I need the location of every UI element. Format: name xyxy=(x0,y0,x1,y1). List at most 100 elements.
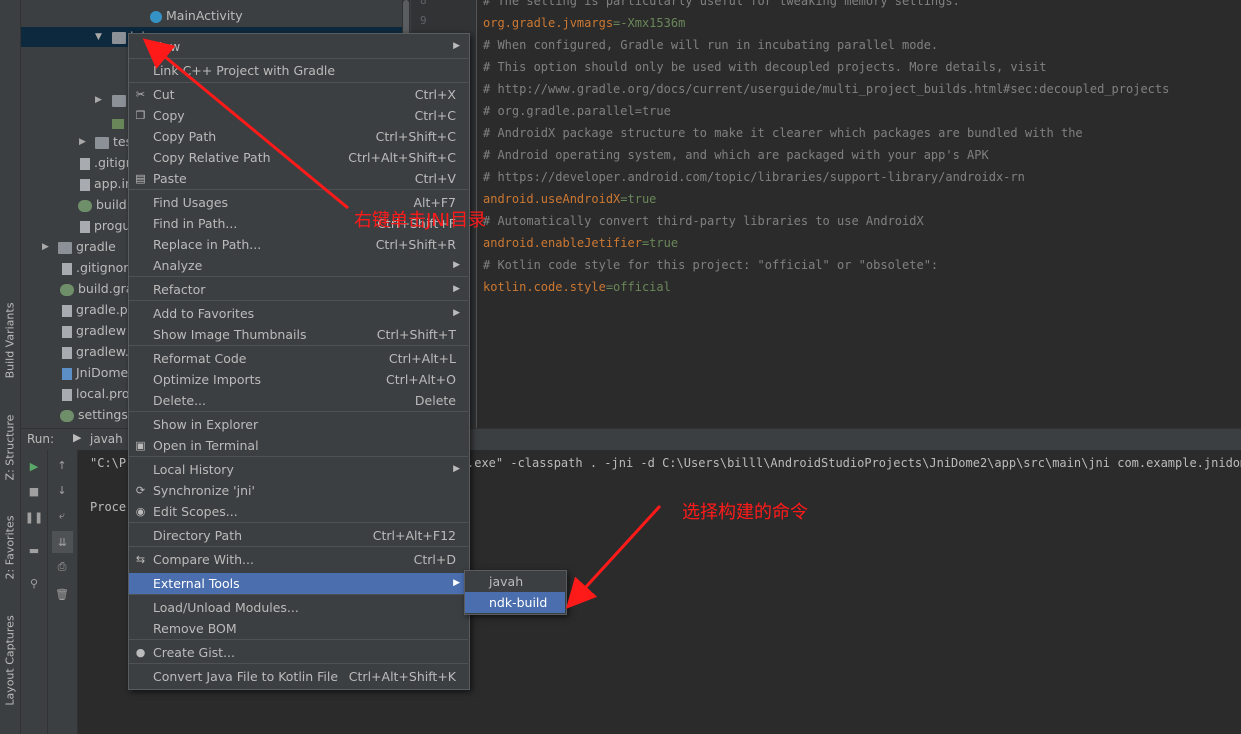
file-icon xyxy=(62,304,72,317)
menu-item-label: Refactor xyxy=(153,282,206,297)
code-token: =official xyxy=(605,280,671,294)
code-line: kotlin.code.style=official xyxy=(483,280,671,294)
menu-item-refactor[interactable]: Refactor ▶ xyxy=(129,279,468,300)
tree-item[interactable]: .gitign xyxy=(80,152,134,173)
layout-captures-tab[interactable]: Layout Captures xyxy=(0,610,20,710)
tree-item[interactable]: local.pro xyxy=(62,383,130,404)
code-line: # When configured, Gradle will run in in… xyxy=(483,38,938,52)
submenu-arrow-icon: ▶ xyxy=(453,260,460,270)
menu-item-replace-in-path[interactable]: Replace in Path... Ctrl+Shift+R xyxy=(129,234,468,255)
submenu-item-ndk-build[interactable]: ndk-build xyxy=(465,592,565,613)
run-config-icon: ▶ xyxy=(73,431,82,444)
menu-separator xyxy=(129,456,468,457)
scroll-to-end-icon[interactable]: ⇊ xyxy=(52,531,73,553)
tree-item[interactable]: gradle xyxy=(58,236,116,257)
menu-item-optimize-imports[interactable]: Optimize Imports Ctrl+Alt+O xyxy=(129,369,468,390)
menu-item-shortcut: Ctrl+Alt+Shift+C xyxy=(348,150,456,165)
menu-item-copy-relative-path[interactable]: Copy Relative Path Ctrl+Alt+Shift+C xyxy=(129,147,468,168)
soft-wrap-icon[interactable]: ⤶ xyxy=(55,509,69,523)
menu-item-open-in-terminal[interactable]: ▣ Open in Terminal xyxy=(129,435,468,456)
github-icon: ● xyxy=(135,646,146,659)
menu-item-compare-with[interactable]: ⇆ Compare With... Ctrl+D xyxy=(129,549,468,570)
menu-item-shortcut: Ctrl+V xyxy=(414,171,456,186)
code-token: org.gradle.jvmargs xyxy=(483,16,614,30)
menu-item-edit-scopes[interactable]: ◉ Edit Scopes... xyxy=(129,501,468,522)
run-toolbar-left: ▶ ■ ❚❚ ▬ ⚲ xyxy=(21,450,48,734)
console-line: "C:\P xyxy=(90,456,127,470)
menu-item-external-tools[interactable]: External Tools ▶ xyxy=(129,573,468,594)
menu-item-reformat-code[interactable]: Reformat Code Ctrl+Alt+L xyxy=(129,348,468,369)
favorites-tab[interactable]: 2: Favorites xyxy=(0,510,20,585)
tree-item[interactable]: build. xyxy=(78,194,131,215)
code-token: # org.gradle.parallel=true xyxy=(483,104,671,118)
tree-item[interactable]: .gitignore xyxy=(62,257,136,278)
menu-item-synchronize-jni[interactable]: ⟳ Synchronize 'jni' xyxy=(129,480,468,501)
layout-icon[interactable]: ▬ xyxy=(27,543,41,557)
collapse-arrow-icon[interactable]: ▶ xyxy=(42,242,49,252)
tree-item[interactable]: build.gra xyxy=(60,278,133,299)
menu-separator xyxy=(129,411,468,412)
menu-item-label: Analyze xyxy=(153,258,203,273)
menu-item-convert-java-file-to-kotlin-file[interactable]: Convert Java File to Kotlin File Ctrl+Alt… xyxy=(129,666,468,687)
down-arrow-icon[interactable]: ↓ xyxy=(55,483,69,497)
folder-icon xyxy=(58,241,72,254)
menu-item-create-gist[interactable]: ● Create Gist... xyxy=(129,642,468,663)
sync-icon: ⟳ xyxy=(135,484,146,497)
menu-item-paste[interactable]: ▤ Paste Ctrl+V xyxy=(129,168,468,189)
code-token: android.useAndroidX xyxy=(483,192,621,206)
build-variants-tab[interactable]: Build Variants xyxy=(0,300,20,380)
collapse-arrow-icon[interactable]: ▶ xyxy=(79,137,86,147)
menu-item-show-in-explorer[interactable]: Show in Explorer xyxy=(129,414,468,435)
tree-item[interactable]: gradle.pr xyxy=(62,299,133,320)
run-tab-javah[interactable]: javah xyxy=(90,432,123,446)
tree-item[interactable] xyxy=(112,112,128,133)
menu-item-add-to-favorites[interactable]: Add to Favorites ▶ xyxy=(129,303,468,324)
code-token: # When configured, Gradle will run in in… xyxy=(483,38,939,52)
tree-item[interactable]: progu xyxy=(80,215,130,236)
menu-item-delete[interactable]: Delete... Delete xyxy=(129,390,468,411)
menu-item-label: Remove BOM xyxy=(153,621,237,636)
file-icon xyxy=(62,262,72,275)
tree-item[interactable]: gradlew xyxy=(62,320,126,341)
menu-item-copy-path[interactable]: Copy Path Ctrl+Shift+C xyxy=(129,126,468,147)
line-number: 9 xyxy=(420,14,427,27)
tree-item[interactable]: MainActivity xyxy=(150,5,243,26)
code-token: # AndroidX package structure to make it … xyxy=(483,126,1083,140)
expand-arrow-icon[interactable]: ▼ xyxy=(95,32,102,42)
up-arrow-icon[interactable]: ↑ xyxy=(55,458,69,472)
folder-icon xyxy=(112,94,126,107)
menu-item-remove-bom[interactable]: Remove BOM xyxy=(129,618,468,639)
menu-item-shortcut: Delete xyxy=(414,393,456,408)
menu-item-analyze[interactable]: Analyze ▶ xyxy=(129,255,468,276)
menu-item-show-image-thumbnails[interactable]: Show Image Thumbnails Ctrl+Shift+T xyxy=(129,324,468,345)
menu-item-local-history[interactable]: Local History ▶ xyxy=(129,459,468,480)
code-line: # The setting is particularly useful for… xyxy=(483,0,960,8)
print-icon[interactable]: ⎙ xyxy=(55,560,69,574)
tree-item[interactable]: tes xyxy=(95,131,132,152)
menu-item-label: Open in Terminal xyxy=(153,438,259,453)
stop-icon[interactable]: ■ xyxy=(27,484,41,498)
trash-icon[interactable]: 🗑 xyxy=(55,587,69,601)
menu-item-shortcut: Ctrl+Shift+C xyxy=(375,129,456,144)
terminal-icon: ▣ xyxy=(135,439,146,452)
pause-icon[interactable]: ❚❚ xyxy=(25,510,43,524)
pin-icon[interactable]: ⚲ xyxy=(27,576,41,590)
menu-item-label: Reformat Code xyxy=(153,351,247,366)
menu-item-label: Find Usages xyxy=(153,195,229,210)
menu-item-cut[interactable]: ✂ Cut Ctrl+X xyxy=(129,84,468,105)
console-line: Proce xyxy=(90,500,127,514)
tree-item[interactable]: JniDome xyxy=(62,362,128,383)
run-icon[interactable]: ▶ xyxy=(27,459,41,473)
menu-item-copy[interactable]: ❐ Copy Ctrl+C xyxy=(129,105,468,126)
annotation-choose-command: 选择构建的命令 xyxy=(682,502,808,523)
menu-item-load-unload-modules[interactable]: Load/Unload Modules... xyxy=(129,597,468,618)
tree-item[interactable] xyxy=(112,89,126,110)
compare-icon: ⇆ xyxy=(135,553,146,566)
structure-tab[interactable]: Z: Structure xyxy=(0,412,20,482)
submenu-item-javah[interactable]: javah xyxy=(465,571,565,592)
tree-item[interactable]: gradlew. xyxy=(62,341,129,362)
collapse-arrow-icon[interactable]: ▶ xyxy=(95,95,102,105)
menu-item-directory-path[interactable]: Directory Path Ctrl+Alt+F12 xyxy=(129,525,468,546)
menu-item-new[interactable]: New ▶ xyxy=(129,36,468,57)
menu-item-link-c-project-with-gradle[interactable]: Link C++ Project with Gradle xyxy=(129,60,468,81)
